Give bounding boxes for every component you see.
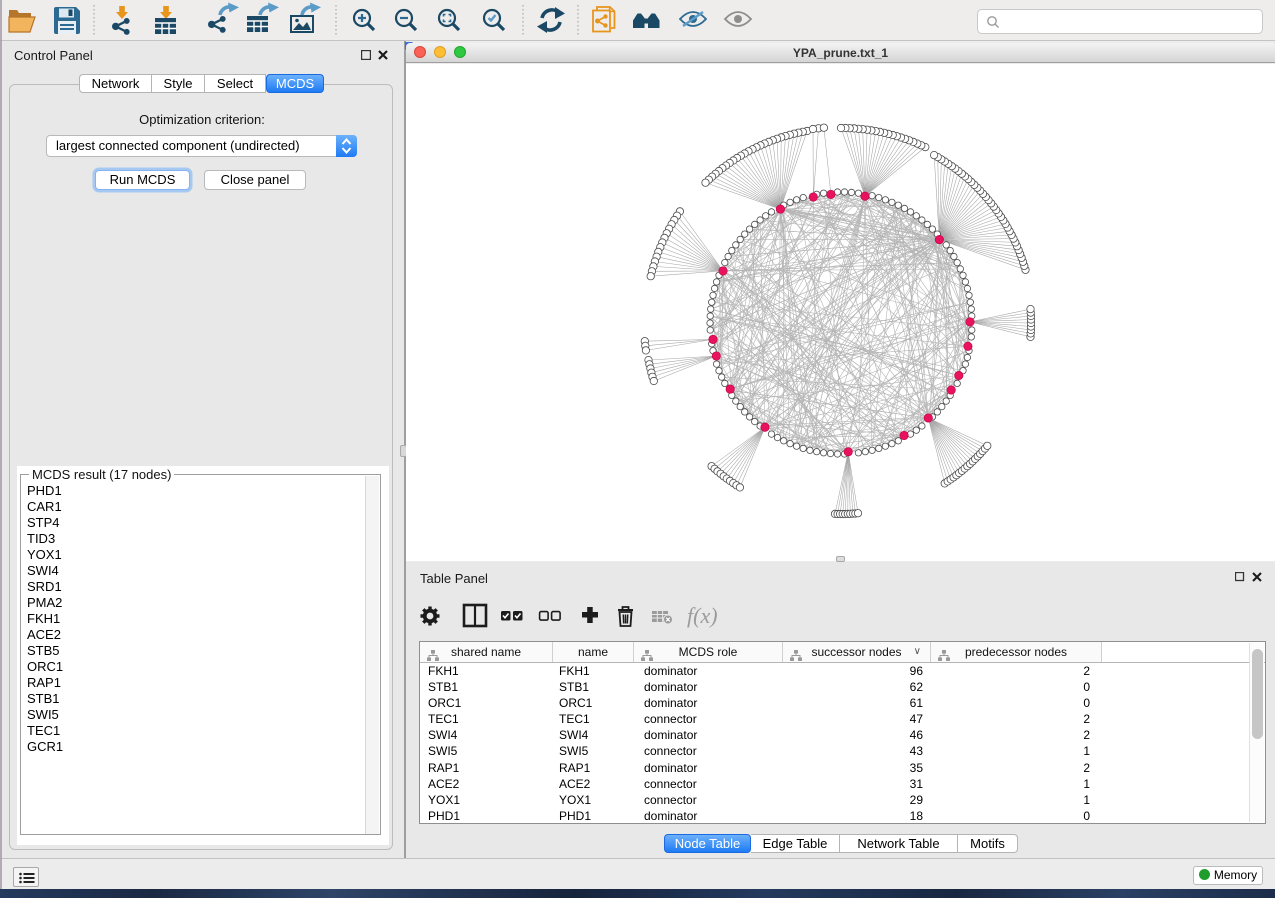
svg-text:f(x): f(x) bbox=[687, 603, 718, 628]
